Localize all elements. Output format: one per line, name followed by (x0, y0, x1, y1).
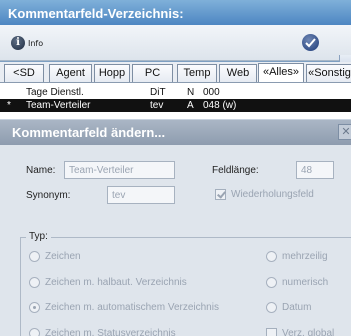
radio-zeichen-label: Zeichen (45, 251, 81, 262)
row-type: A (187, 100, 194, 111)
row-marker: * (7, 100, 11, 111)
radio-datum-label: Datum (282, 302, 312, 313)
repeat-checkbox[interactable] (215, 189, 226, 200)
radio-numerisch-label: numerisch (282, 277, 329, 288)
tab-pc[interactable]: PC (132, 64, 173, 82)
type-group-label: Typ: (26, 231, 51, 242)
radio-status[interactable] (29, 328, 40, 336)
synonym-label: Synonym: (26, 190, 71, 201)
synonym-field[interactable]: tev (107, 186, 175, 204)
row-type: N (187, 87, 195, 98)
global-label: Verz. global (282, 328, 335, 336)
row-name: Team-Verteiler (26, 100, 91, 111)
name-field[interactable]: Team-Verteiler (64, 161, 175, 179)
radio-numerisch[interactable] (266, 277, 277, 288)
global-checkbox[interactable] (266, 328, 277, 336)
radio-halbaut[interactable] (29, 277, 40, 288)
toolbar: i Info (0, 25, 351, 79)
list-item-selected[interactable]: * Team-Verteiler tev A 048 (w) (0, 99, 351, 112)
radio-zeichen[interactable] (29, 251, 40, 262)
tab-agent[interactable]: Agent (49, 64, 92, 82)
comment-field-list: Tage Dienstl. DiT N 000 * Team-Verteiler… (0, 82, 351, 122)
tab-alles[interactable]: «Alles» (258, 63, 304, 82)
info-button[interactable]: i Info (11, 35, 43, 51)
radio-automatisch-label: Zeichen m. automatischem Verzeichnis (45, 302, 219, 313)
length-label: Feldlänge: (212, 165, 259, 176)
repeat-label: Wiederholungsfeld (231, 189, 314, 200)
radio-mehrzeilig-label: mehrzeilig (282, 251, 328, 262)
window-title: Kommentarfeld-Verzeichnis: (0, 0, 351, 25)
tab-strip: <SD Agent Hopp PC Temp Web «Alles» «Sons… (0, 62, 351, 82)
radio-automatisch[interactable] (29, 302, 40, 313)
info-icon: i (11, 36, 25, 50)
radio-datum[interactable] (266, 302, 277, 313)
close-icon[interactable]: ✕ (338, 124, 351, 140)
info-label: Info (28, 38, 44, 48)
confirm-check-icon[interactable] (302, 34, 319, 51)
radio-status-label: Zeichen m. Statusverzeichnis (45, 328, 176, 336)
row-name: Tage Dienstl. (26, 87, 84, 98)
tab-hopp[interactable]: Hopp (94, 64, 130, 82)
tab-sonstig[interactable]: «Sonstig (306, 64, 351, 82)
list-item[interactable]: Tage Dienstl. DiT N 000 (0, 86, 351, 99)
dialog-title: Kommentarfeld ändern... (0, 120, 351, 145)
radio-mehrzeilig[interactable] (266, 251, 277, 262)
tab-sd[interactable]: <SD (4, 64, 44, 82)
edit-comment-field-dialog: Kommentarfeld ändern... ✕ Name: Team-Ver… (0, 119, 351, 336)
tab-temp[interactable]: Temp (177, 64, 217, 82)
row-code: tev (150, 100, 164, 111)
row-code: DiT (150, 87, 166, 98)
length-field[interactable]: 48 (296, 161, 334, 179)
dialog-body: Name: Team-Verteiler Feldlänge: 48 Synon… (0, 145, 351, 336)
tab-web[interactable]: Web (219, 64, 257, 82)
radio-halbaut-label: Zeichen m. halbaut. Verzeichnis (45, 277, 187, 288)
name-label: Name: (26, 165, 56, 176)
row-number: 048 (w) (203, 100, 237, 111)
row-number: 000 (203, 87, 220, 98)
